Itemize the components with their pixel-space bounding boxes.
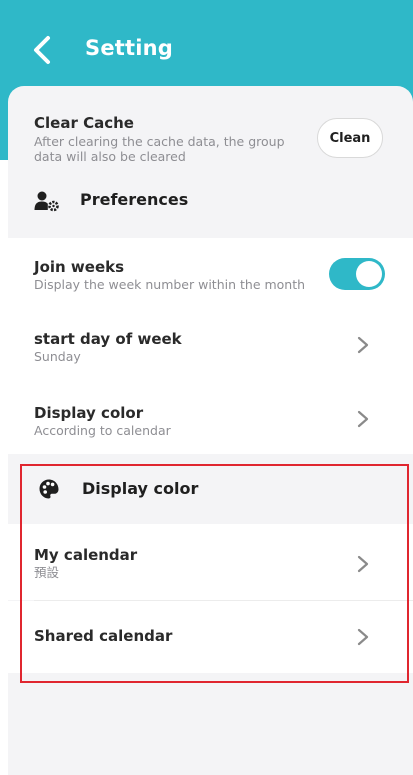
palette-icon (39, 479, 59, 499)
chevron-right-icon (357, 555, 369, 573)
my-calendar-subtitle: 預設 (34, 565, 60, 580)
start-day-title: start day of week (34, 330, 182, 348)
clear-cache-subtitle-1: After clearing the cache data, the group (34, 134, 285, 149)
join-weeks-toggle[interactable] (329, 258, 385, 290)
settings-sheet: Clear Cache After clearing the cache dat… (8, 86, 413, 775)
app-header: Setting (0, 0, 413, 92)
start-day-row[interactable]: start day of week Sunday (8, 308, 413, 382)
join-weeks-subtitle: Display the week number within the month (34, 277, 306, 292)
clean-button[interactable]: Clean (317, 118, 383, 158)
start-day-subtitle: Sunday (34, 349, 81, 364)
clear-cache-title: Clear Cache (34, 114, 134, 132)
display-color-subtitle: According to calendar (34, 423, 171, 438)
toggle-knob (356, 261, 382, 287)
chevron-right-icon (357, 336, 369, 354)
page-title: Setting (85, 36, 174, 60)
preferences-section-title: Preferences (80, 190, 189, 209)
chevron-right-icon (357, 410, 369, 428)
display-color-title: Display color (34, 404, 144, 422)
my-calendar-row[interactable]: My calendar 預設 (8, 524, 413, 600)
my-calendar-title: My calendar (34, 546, 138, 564)
user-gear-icon (34, 191, 59, 212)
clear-cache-subtitle-2: data will also be cleared (34, 149, 186, 164)
back-button[interactable] (28, 32, 58, 68)
shared-calendar-title: Shared calendar (34, 627, 173, 645)
chevron-right-icon (357, 628, 369, 646)
display-color-row[interactable]: Display color According to calendar (8, 382, 413, 454)
chevron-left-icon (34, 36, 50, 64)
display-color-section-title: Display color (82, 479, 199, 498)
shared-calendar-row[interactable]: Shared calendar (8, 601, 413, 673)
join-weeks-row[interactable]: Join weeks Display the week number withi… (8, 238, 413, 308)
join-weeks-title: Join weeks (34, 258, 125, 276)
